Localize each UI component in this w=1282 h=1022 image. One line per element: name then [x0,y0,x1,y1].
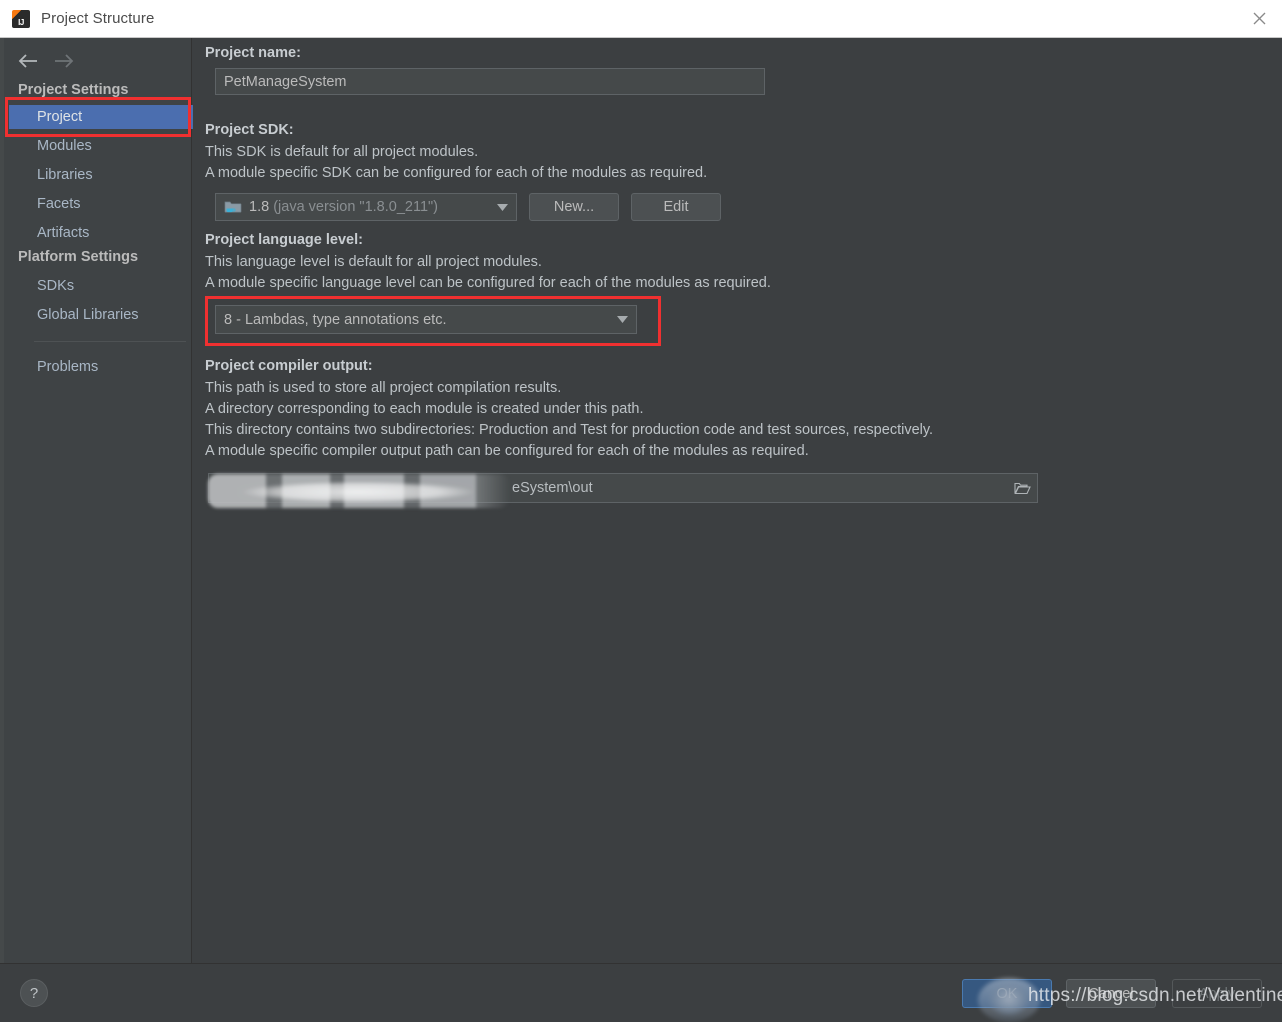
arrow-right-icon[interactable] [46,47,80,75]
project-name-label: Project name: [205,45,301,61]
sidebar-item-label: Libraries [37,167,93,183]
sidebar-item-label: Facets [37,196,81,212]
sidebar-item-facets[interactable]: Facets [9,192,192,216]
language-level-value: 8 - Lambdas, type annotations etc. [224,311,447,328]
settings-sidebar: Project Settings Project Modules Librari… [4,38,196,963]
intellij-idea-icon [12,9,30,28]
ok-button-label: OK [996,985,1018,1002]
project-name-input[interactable]: PetManageSystem [215,68,765,95]
sidebar-item-artifacts[interactable]: Artifacts [9,221,192,245]
sidebar-item-label: Global Libraries [37,307,139,323]
title-bar: Project Structure [0,0,1282,38]
project-sdk-name: 1.8 [249,199,270,215]
sidebar-item-label: SDKs [37,278,75,294]
project-sdk-combobox[interactable]: 1.8 (java version "1.8.0_211") [215,193,517,221]
compiler-output-path-value: eSystem\out [512,480,593,496]
ok-button[interactable]: OK [962,979,1052,1008]
dialog-body: Project Settings Project Modules Librari… [0,38,1282,963]
question-mark-icon[interactable]: ? [20,979,48,1007]
sidebar-item-global-libraries[interactable]: Global Libraries [9,303,192,327]
compiler-output-path-input[interactable]: eSystem\out [208,473,1038,503]
project-sdk-value: 1.8 (java version "1.8.0_211") [249,199,488,215]
sidebar-item-modules[interactable]: Modules [9,134,192,158]
compiler-output-desc-1: This path is used to store all project c… [205,380,562,396]
java-sdk-folder-icon [224,199,242,215]
sidebar-item-label: Artifacts [37,225,90,241]
cancel-button[interactable]: Cancel [1066,979,1156,1008]
chevron-down-icon [494,199,510,215]
sidebar-item-label: Problems [37,359,99,375]
language-level-desc-1: This language level is default for all p… [205,254,542,270]
project-sdk-desc-1: This SDK is default for all project modu… [205,144,479,160]
language-level-combobox[interactable]: 8 - Lambdas, type annotations etc. [215,305,637,334]
new-sdk-button[interactable]: New... [529,193,619,221]
language-level-desc-2: A module specific language level can be … [205,275,771,291]
sidebar-divider [34,341,186,342]
settings-main-panel: Project name: PetManageSystem Project SD… [193,38,1282,963]
cancel-button-label: Cancel [1088,985,1134,1002]
sidebar-item-project[interactable]: Project [9,105,196,129]
compiler-output-desc-4: A module specific compiler output path c… [205,443,809,459]
sidebar-item-label: Modules [37,138,92,154]
navigation-arrows [12,44,132,78]
compiler-output-label: Project compiler output: [205,358,373,374]
language-level-label: Project language level: [205,232,363,248]
apply-button[interactable]: Apply [1172,979,1262,1008]
project-sdk-detail: (java version "1.8.0_211") [273,199,438,215]
project-sdk-desc-2: A module specific SDK can be configured … [205,165,708,181]
sidebar-item-libraries[interactable]: Libraries [9,163,192,187]
compiler-output-desc-2: A directory corresponding to each module… [205,401,644,417]
folder-open-icon[interactable] [1007,474,1037,502]
compiler-output-desc-3: This directory contains two subdirectori… [205,422,934,438]
sidebar-item-label: Project [37,109,83,125]
arrow-left-icon[interactable] [12,47,46,75]
sidebar-item-sdks[interactable]: SDKs [9,274,192,298]
project-structure-dialog: Project Structure [0,0,1282,1022]
sidebar-group-platform-settings: Platform Settings [18,249,139,265]
edit-sdk-button[interactable]: Edit [631,193,721,221]
window-title: Project Structure [41,10,155,27]
help-button-label: ? [29,984,39,1002]
sidebar-item-problems[interactable]: Problems [9,355,192,379]
apply-button-label: Apply [1198,985,1236,1002]
project-name-value: PetManageSystem [224,73,347,90]
chevron-down-icon [614,312,630,328]
project-sdk-label: Project SDK: [205,122,294,138]
close-icon[interactable] [1236,0,1282,37]
sidebar-group-project-settings: Project Settings [18,82,129,98]
